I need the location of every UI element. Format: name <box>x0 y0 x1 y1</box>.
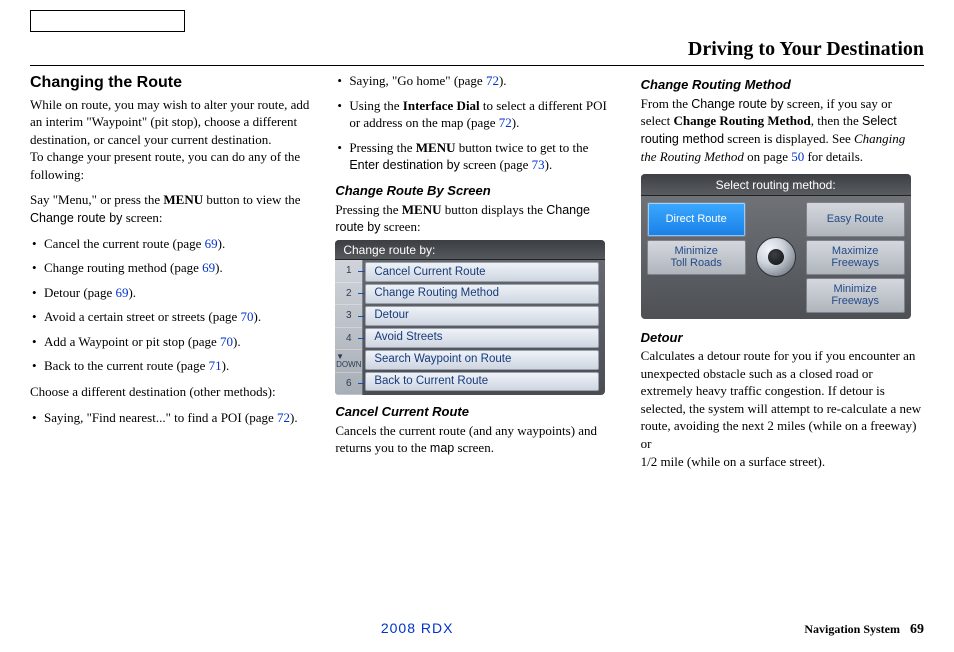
content-columns: Changing the Route While on route, you m… <box>30 72 924 478</box>
list-item: Change routing method (page 69). <box>30 259 313 277</box>
screen1-number-column: 1 2 3 4 ▼DOWN 6 <box>335 260 363 395</box>
page-title: Driving to Your Destination <box>30 36 924 63</box>
screen1-row[interactable]: Change Routing Method <box>365 284 599 304</box>
screen1-num: 2 <box>335 283 362 306</box>
intro-para: While on route, you may wish to alter yo… <box>30 96 313 184</box>
screen2-title: Select routing method: <box>641 174 911 196</box>
change-routing-method-para: From the Change route by screen, if you … <box>641 95 924 166</box>
screen2-knob <box>752 196 800 319</box>
screen1-row[interactable]: Cancel Current Route <box>365 262 599 282</box>
list-item: Back to the current route (page 71). <box>30 357 313 375</box>
footer-page: 69 <box>910 621 924 640</box>
page-footer: 2008 RDX Navigation System 69 <box>30 619 924 640</box>
screen2-right: Easy Route Maximize Freeways Minimize Fr… <box>800 196 911 319</box>
list-item: Saying, "Go home" (page 72). <box>335 72 618 90</box>
screen1-row[interactable]: Avoid Streets <box>365 328 599 348</box>
other-methods-intro: Choose a different destination (other me… <box>30 383 313 401</box>
screen1-row[interactable]: Back to Current Route <box>365 372 599 392</box>
screen1-row[interactable]: Search Waypoint on Route <box>365 350 599 370</box>
screen1-num: 4 <box>335 328 362 351</box>
screen1-row[interactable]: Detour <box>365 306 599 326</box>
header-box <box>30 10 185 32</box>
detour-para: Calculates a detour route for you if you… <box>641 347 924 470</box>
list-item: Detour (page 69). <box>30 284 313 302</box>
route-options-list: Cancel the current route (page 69). Chan… <box>30 235 313 375</box>
screen2-min-toll[interactable]: Minimize Toll Roads <box>647 240 746 275</box>
heading-changing-route: Changing the Route <box>30 72 313 94</box>
screen2-direct-route[interactable]: Direct Route <box>647 202 746 237</box>
column-2: Saying, "Go home" (page 72). Using the I… <box>335 72 618 478</box>
screenshot-change-route-by: Change route by: 1 2 3 4 ▼DOWN 6 Cancel … <box>335 240 605 395</box>
screen2-left: Direct Route Minimize Toll Roads <box>641 196 752 319</box>
column-1: Changing the Route While on route, you m… <box>30 72 313 478</box>
screen1-list: Cancel Current Route Change Routing Meth… <box>365 262 599 391</box>
screen1-num: 6 <box>335 373 362 396</box>
list-item: Avoid a certain street or streets (page … <box>30 308 313 326</box>
heading-change-route-by: Change Route By Screen <box>335 182 618 200</box>
screen2-easy-route[interactable]: Easy Route <box>806 202 905 237</box>
screen2-max-fwy[interactable]: Maximize Freeways <box>806 240 905 275</box>
screen1-down: ▼DOWN <box>335 350 362 373</box>
list-item: Using the Interface Dial to select a dif… <box>335 97 618 132</box>
list-item: Pressing the MENU button twice to get to… <box>335 139 618 174</box>
cancel-route-para: Cancels the current route (and any waypo… <box>335 422 618 457</box>
screenshot-select-routing-method: Select routing method: Direct Route Mini… <box>641 174 911 319</box>
heading-cancel-route: Cancel Current Route <box>335 403 618 421</box>
screen1-num: 1 <box>335 260 362 283</box>
screen1-num: 3 <box>335 305 362 328</box>
menu-instruction: Say "Menu," or press the MENU button to … <box>30 191 313 226</box>
list-item: Saying, "Find nearest..." to find a POI … <box>30 409 313 427</box>
list-item: Add a Waypoint or pit stop (page 70). <box>30 333 313 351</box>
footer-navsys: Navigation System <box>804 621 900 637</box>
column-3: Change Routing Method From the Change ro… <box>641 72 924 478</box>
heading-change-routing-method: Change Routing Method <box>641 76 924 94</box>
list-item: Cancel the current route (page 69). <box>30 235 313 253</box>
footer-model: 2008 RDX <box>30 619 804 638</box>
other-methods-list: Saying, "Find nearest..." to find a POI … <box>30 409 313 427</box>
screen2-min-fwy[interactable]: Minimize Freeways <box>806 278 905 313</box>
change-route-by-para: Pressing the MENU button displays the Ch… <box>335 201 618 237</box>
knob-icon[interactable] <box>756 237 796 277</box>
screen1-title: Change route by: <box>335 240 605 260</box>
header-rule <box>30 65 924 66</box>
heading-detour: Detour <box>641 329 924 347</box>
other-methods-list-cont: Saying, "Go home" (page 72). Using the I… <box>335 72 618 174</box>
